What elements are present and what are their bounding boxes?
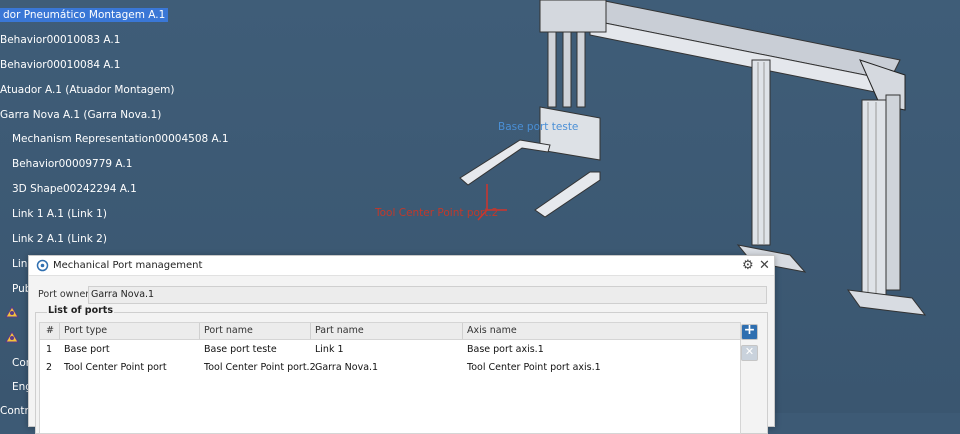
- tree-item-3d-shape[interactable]: 3D Shape00242294 A.1: [12, 183, 137, 195]
- add-port-button[interactable]: +: [741, 322, 758, 340]
- plus-icon: +: [743, 322, 756, 338]
- column-header-port-type[interactable]: Port type: [64, 325, 107, 336]
- tree-item-link-2[interactable]: Link 2 A.1 (Link 2): [12, 233, 107, 245]
- base-port-label[interactable]: Base port teste: [498, 121, 578, 133]
- gripper-finger-left: [459, 139, 551, 186]
- column-separator: [199, 323, 200, 339]
- dialog-titlebar[interactable]: Mechanical Port management ⚙ ✕: [29, 256, 774, 276]
- tree-item-atuador[interactable]: Atuador A.1 (Atuador Montagem): [0, 84, 175, 96]
- tree-item-behavior-10084[interactable]: Behavior00010084 A.1: [0, 59, 120, 71]
- upright-right-side: [885, 94, 901, 291]
- column-header-part-name[interactable]: Part name: [315, 325, 364, 336]
- remove-port-button[interactable]: ✕: [741, 345, 758, 361]
- gripper-body: [539, 106, 601, 161]
- actuator-rod: [547, 31, 557, 108]
- mechanism-icon: [5, 306, 19, 318]
- mechanical-port-dialog[interactable]: Mechanical Port management ⚙ ✕ Port owne…: [28, 255, 775, 434]
- column-separator: [310, 323, 311, 339]
- cell-port-name: Base port teste: [204, 344, 277, 355]
- actuator-rod: [576, 31, 586, 108]
- list-of-ports-label: List of ports: [47, 305, 114, 316]
- tree-item-actuator-montagem[interactable]: dor Pneumático Montagem A.1: [0, 8, 169, 22]
- cell-axis-name: Base port axis.1: [467, 344, 544, 355]
- column-header-axis-name[interactable]: Axis name: [467, 325, 517, 336]
- tree-item-mechanism-representation[interactable]: Mechanism Representation00004508 A.1: [12, 133, 229, 145]
- tree-item-garra-nova[interactable]: Garra Nova A.1 (Garra Nova.1): [0, 109, 161, 121]
- tcp-label[interactable]: Tool Center Point port.2: [375, 207, 498, 219]
- table-header: # Port type Port name Part name Axis nam…: [40, 323, 740, 340]
- actuator-rod: [562, 31, 572, 108]
- port-owner-label: Port owner:: [38, 289, 93, 300]
- column-separator: [59, 323, 60, 339]
- cell-port-name: Tool Center Point port.2: [204, 362, 316, 373]
- app-logo-icon: [36, 259, 49, 272]
- column-header-number[interactable]: #: [46, 325, 54, 336]
- table-row[interactable]: 1 Base port Base port teste Link 1 Base …: [40, 341, 740, 359]
- table-row[interactable]: 2 Tool Center Point port Tool Center Poi…: [40, 359, 740, 377]
- upright-left: [751, 59, 771, 246]
- cell-port-type: Tool Center Point port: [64, 362, 167, 373]
- upright-right: [861, 99, 887, 296]
- cell-port-type: Base port: [64, 344, 110, 355]
- cell-number: 2: [46, 362, 53, 373]
- column-header-port-name[interactable]: Port name: [204, 325, 253, 336]
- dialog-title: Mechanical Port management: [53, 260, 203, 271]
- cell-axis-name: Tool Center Point port axis.1: [467, 362, 601, 373]
- gear-icon[interactable]: ⚙: [742, 258, 754, 273]
- cell-number: 1: [46, 344, 53, 355]
- mechanism-icon: [5, 331, 19, 343]
- actuator-body: [539, 0, 607, 33]
- close-icon[interactable]: ✕: [759, 258, 770, 273]
- gripper-finger-right: [534, 171, 601, 218]
- cell-part-name: Garra Nova.1: [315, 362, 379, 373]
- tree-item-behavior-9779[interactable]: Behavior00009779 A.1: [12, 158, 132, 170]
- tree-item-behavior-10083[interactable]: Behavior00010083 A.1: [0, 34, 120, 46]
- port-owner-field[interactable]: Garra Nova.1: [88, 286, 767, 304]
- ports-table[interactable]: # Port type Port name Part name Axis nam…: [39, 322, 741, 434]
- close-icon: ✕: [744, 345, 755, 358]
- tree-item-link-1[interactable]: Link 1 A.1 (Link 1): [12, 208, 107, 220]
- column-separator: [462, 323, 463, 339]
- cell-part-name: Link 1: [315, 344, 344, 355]
